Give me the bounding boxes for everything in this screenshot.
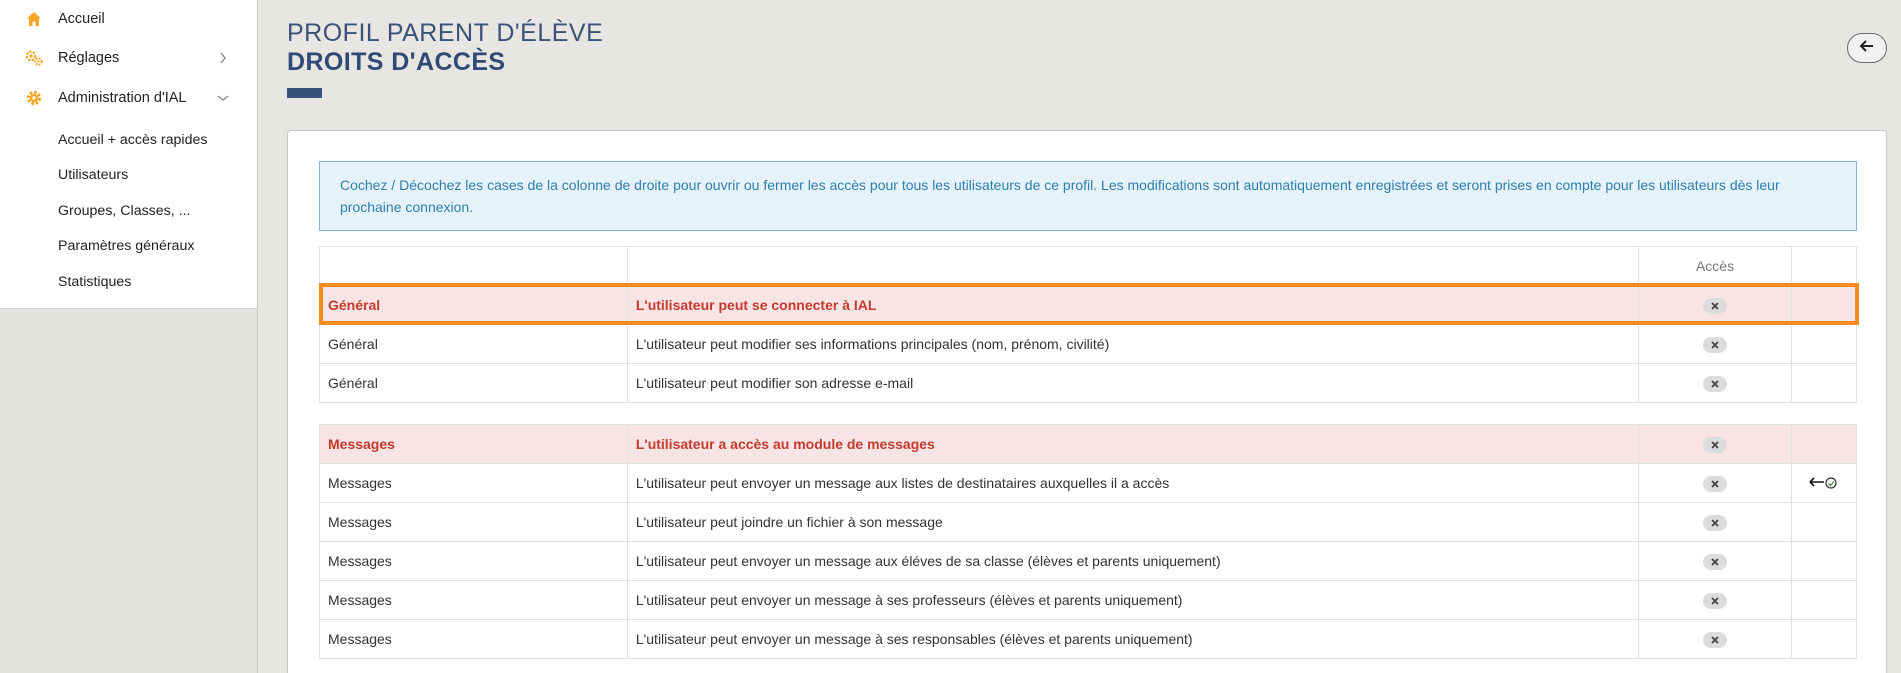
arrow-left-icon: [1859, 39, 1874, 57]
extra-cell: [1790, 363, 1858, 403]
header-cell-empty: [319, 246, 628, 286]
sidebar-subitem-utilisateurs[interactable]: Utilisateurs: [0, 158, 257, 194]
row-category: Messages: [319, 424, 628, 464]
access-cell: [1638, 502, 1792, 542]
info-message: Cochez / Décochez les cases de la colonn…: [319, 161, 1857, 231]
row-description: L'utilisateur peut envoyer un message au…: [626, 541, 1640, 581]
busy-cursor-icon: [1808, 474, 1840, 490]
extra-cell: [1790, 541, 1858, 581]
access-toggle-button[interactable]: [1703, 436, 1728, 453]
extra-cell: [1790, 619, 1858, 659]
close-icon: [1711, 301, 1719, 310]
sidebar-item-administration[interactable]: Administration d'IAL: [0, 78, 257, 118]
back-button[interactable]: [1847, 33, 1887, 63]
sidebar: Accueil Réglages Administration d'IAL Ac…: [0, 0, 258, 673]
row-category: Messages: [319, 541, 628, 581]
extra-cell: [1790, 285, 1858, 325]
header-cell-acces: Accès: [1638, 246, 1792, 286]
table-header-row: Accès: [319, 246, 1858, 286]
access-cell: [1638, 424, 1792, 464]
sidebar-item-accueil[interactable]: Accueil: [0, 0, 257, 38]
sidebar-subitem-accueil-acces-rapides[interactable]: Accueil + accès rapides: [0, 122, 257, 158]
gears-icon: [24, 48, 44, 68]
close-icon: [1711, 379, 1719, 388]
sidebar-subitem-parametres-generaux[interactable]: Paramètres généraux: [0, 229, 257, 265]
row-description: L'utilisateur peut envoyer un message au…: [626, 463, 1640, 503]
spacer-cell: [319, 402, 1857, 425]
row-description: L'utilisateur peut joindre un fichier à …: [626, 502, 1640, 542]
access-cell: [1638, 363, 1792, 403]
sidebar-menu: Accueil Réglages Administration d'IAL Ac…: [0, 0, 257, 309]
close-icon: [1711, 596, 1719, 605]
extra-cell: [1790, 580, 1858, 620]
close-icon: [1711, 440, 1719, 449]
table-row: Général L'utilisateur peut modifier son …: [319, 363, 1858, 403]
row-category: Général: [319, 363, 628, 403]
table-row: Messages L'utilisateur peut envoyer un m…: [319, 580, 1858, 620]
sidebar-item-label: Accueil: [58, 11, 105, 27]
close-icon: [1711, 557, 1719, 566]
access-cell: [1638, 285, 1792, 325]
table-row: Messages L'utilisateur peut envoyer un m…: [319, 541, 1858, 581]
close-icon: [1711, 479, 1719, 488]
row-category: Général: [319, 285, 628, 325]
sidebar-subitem-groupes-classes[interactable]: Groupes, Classes, ...: [0, 193, 257, 229]
table-row: Messages L'utilisateur peut envoyer un m…: [319, 619, 1858, 659]
group-spacer: [319, 402, 1857, 425]
table-row: Messages L'utilisateur peut envoyer un m…: [319, 463, 1858, 503]
access-cell: [1638, 619, 1792, 659]
access-cell: [1638, 541, 1792, 581]
page-subtitle: DROITS D'ACCÈS: [287, 48, 506, 76]
access-toggle-button[interactable]: [1703, 631, 1728, 648]
table-row: Messages L'utilisateur a accès au module…: [319, 424, 1858, 464]
row-description: L'utilisateur peut modifier ses informat…: [626, 324, 1640, 364]
sidebar-item-reglages[interactable]: Réglages: [0, 38, 257, 78]
page-title: PROFIL PARENT D'ÉLÈVE: [287, 19, 604, 47]
close-icon: [1711, 635, 1719, 644]
chevron-right-icon: [217, 52, 229, 64]
extra-cell: [1790, 324, 1858, 364]
row-category: Général: [319, 324, 628, 364]
extra-cell: [1790, 463, 1858, 503]
access-cell: [1638, 580, 1792, 620]
access-toggle-button[interactable]: [1703, 475, 1728, 492]
access-toggle-button[interactable]: [1703, 592, 1728, 609]
chevron-down-icon: [217, 92, 229, 104]
close-icon: [1711, 340, 1719, 349]
row-description: L'utilisateur a accès au module de messa…: [626, 424, 1640, 464]
sidebar-item-label: Réglages: [58, 50, 120, 66]
access-toggle-button[interactable]: [1703, 375, 1728, 392]
home-icon: [24, 9, 44, 29]
row-description: L'utilisateur peut modifier son adresse …: [626, 363, 1640, 403]
rights-panel: Cochez / Décochez les cases de la colonn…: [287, 130, 1887, 673]
sidebar-item-label: Administration d'IAL: [58, 90, 187, 106]
table-row: Général L'utilisateur peut se connecter …: [319, 285, 1858, 325]
table-row: Messages L'utilisateur peut joindre un f…: [319, 502, 1858, 542]
header-cell-empty: [1790, 246, 1858, 286]
row-category: Messages: [319, 580, 628, 620]
extra-cell: [1790, 424, 1858, 464]
gear-icon: [24, 88, 44, 108]
row-description: L'utilisateur peut envoyer un message à …: [626, 619, 1640, 659]
access-toggle-button[interactable]: [1703, 297, 1728, 314]
row-description: L'utilisateur peut se connecter à IAL: [626, 285, 1640, 325]
table-row: Général L'utilisateur peut modifier ses …: [319, 324, 1858, 364]
access-cell: [1638, 463, 1792, 503]
extra-cell: [1790, 502, 1858, 542]
row-category: Messages: [319, 502, 628, 542]
row-description: L'utilisateur peut envoyer un message à …: [626, 580, 1640, 620]
sidebar-submenu: Accueil + accès rapides Utilisateurs Gro…: [0, 118, 257, 308]
access-toggle-button[interactable]: [1703, 336, 1728, 353]
sidebar-subitem-statistiques[interactable]: Statistiques: [0, 264, 257, 300]
title-underline: [287, 88, 322, 98]
row-category: Messages: [319, 619, 628, 659]
access-toggle-button[interactable]: [1703, 514, 1728, 531]
row-category: Messages: [319, 463, 628, 503]
rights-table: Accès Général L'utilisateur peut se conn…: [319, 246, 1858, 659]
main-content: PROFIL PARENT D'ÉLÈVE DROITS D'ACCÈS Coc…: [258, 0, 1901, 673]
header-cell-empty: [626, 246, 1640, 286]
access-cell: [1638, 324, 1792, 364]
access-toggle-button[interactable]: [1703, 553, 1728, 570]
close-icon: [1711, 518, 1719, 527]
